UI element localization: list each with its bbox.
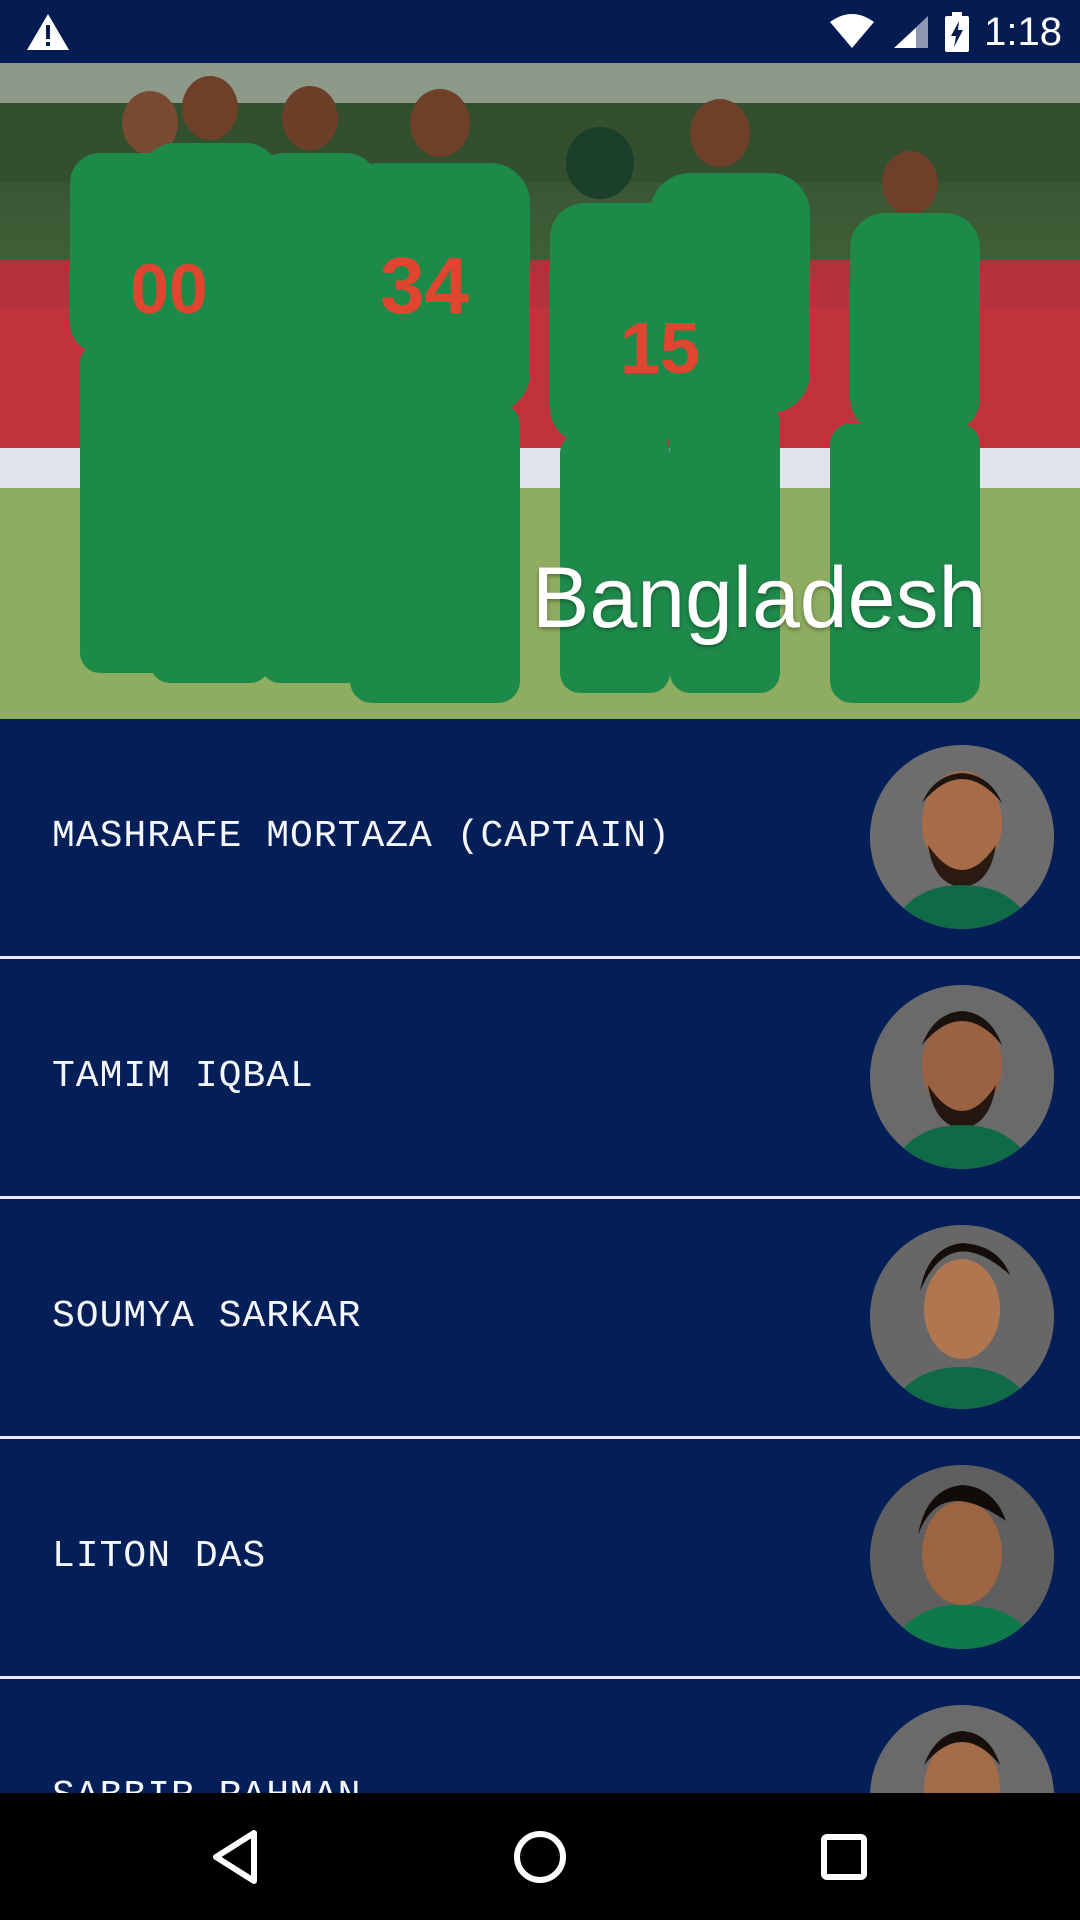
- player-photo: [870, 1465, 1054, 1649]
- wifi-icon: [830, 14, 875, 48]
- player-avatar: [870, 1465, 1054, 1649]
- player-row[interactable]: SABBIR RAHMAN: [0, 1679, 1080, 1793]
- warning-icon: [27, 14, 69, 50]
- svg-text:34: 34: [380, 241, 469, 330]
- player-photo: [870, 985, 1054, 1169]
- team-title: Bangladesh: [532, 550, 987, 646]
- svg-text:00: 00: [130, 250, 208, 328]
- player-name: SABBIR RAHMAN: [52, 1775, 361, 1793]
- battery-charging-icon: [945, 12, 970, 52]
- player-photo: [870, 745, 1054, 929]
- player-row[interactable]: MASHRAFE MORTAZA (CAPTAIN): [0, 719, 1080, 959]
- player-avatar: [870, 1705, 1054, 1793]
- player-row[interactable]: LITON DAS: [0, 1439, 1080, 1679]
- player-photo: [870, 1225, 1054, 1409]
- player-avatar: [870, 1225, 1054, 1409]
- navigation-bar: [0, 1793, 1080, 1920]
- player-list[interactable]: MASHRAFE MORTAZA (CAPTAIN) TAMIM IQBAL S…: [0, 719, 1080, 1793]
- recents-icon[interactable]: [812, 1825, 876, 1889]
- cell-signal-icon: [894, 16, 929, 48]
- back-icon[interactable]: [204, 1825, 268, 1889]
- clock: 1:18: [984, 9, 1062, 54]
- svg-text:15: 15: [620, 309, 700, 389]
- player-name: TAMIM IQBAL: [52, 1055, 314, 1098]
- player-name: MASHRAFE MORTAZA (CAPTAIN): [52, 815, 671, 858]
- player-row[interactable]: TAMIM IQBAL: [0, 959, 1080, 1199]
- player-avatar: [870, 745, 1054, 929]
- player-photo: [870, 1705, 1054, 1793]
- player-row[interactable]: SOUMYA SARKAR: [0, 1199, 1080, 1439]
- team-header: 00 34 15 Bangladesh: [0, 63, 1080, 719]
- status-bar: 1:18: [0, 0, 1080, 63]
- status-icons: 1:18: [828, 8, 1062, 56]
- screen: 1:18 00 34 15 Bangladesh MASHRAFE MORTAZ…: [0, 0, 1080, 1920]
- player-avatar: [870, 985, 1054, 1169]
- home-icon[interactable]: [508, 1825, 572, 1889]
- player-name: LITON DAS: [52, 1535, 267, 1578]
- player-name: SOUMYA SARKAR: [52, 1295, 362, 1338]
